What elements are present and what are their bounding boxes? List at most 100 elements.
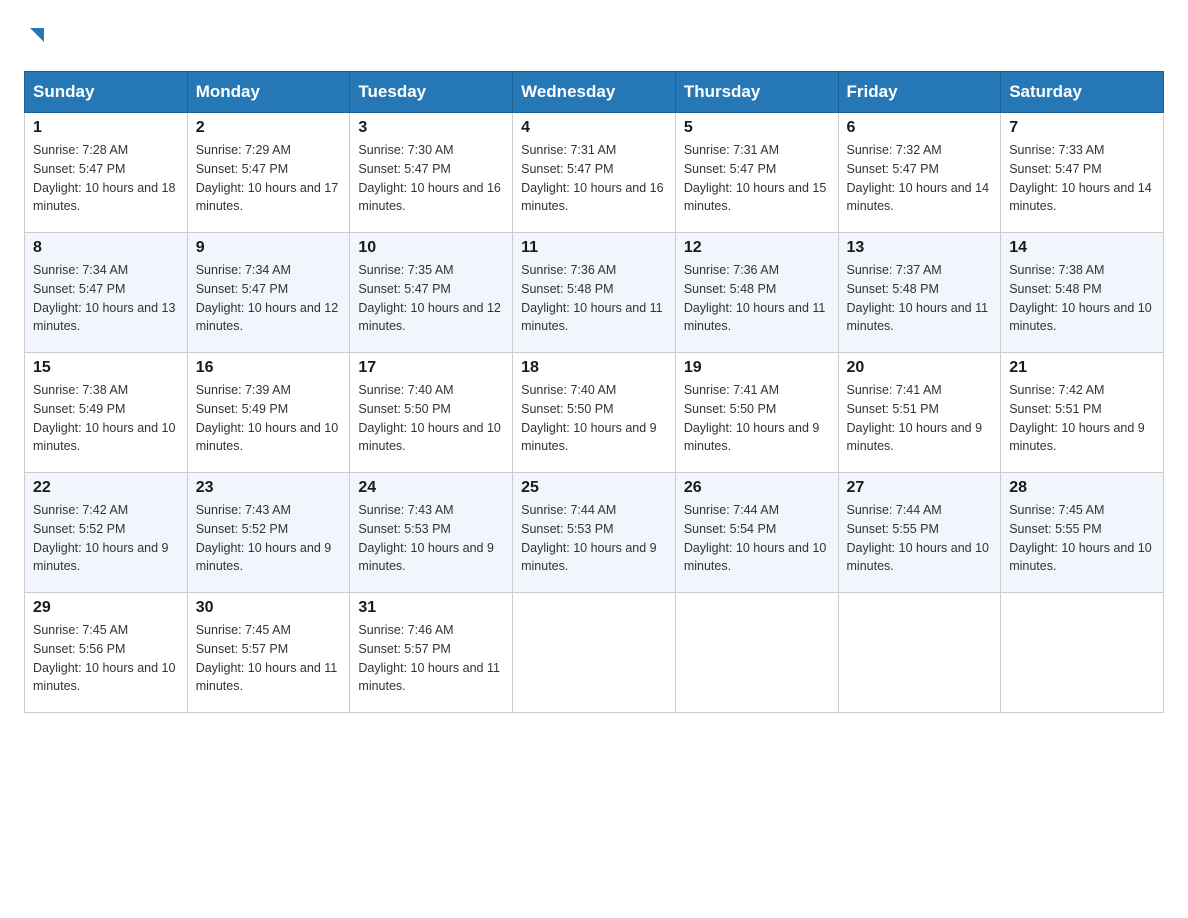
calendar-header-friday: Friday: [838, 72, 1001, 113]
day-number: 5: [684, 119, 830, 137]
day-number: 31: [358, 599, 504, 617]
calendar-cell: 30 Sunrise: 7:45 AM Sunset: 5:57 PM Dayl…: [187, 593, 350, 713]
day-info: Sunrise: 7:44 AM Sunset: 5:54 PM Dayligh…: [684, 501, 830, 576]
day-number: 8: [33, 239, 179, 257]
calendar-cell: 14 Sunrise: 7:38 AM Sunset: 5:48 PM Dayl…: [1001, 233, 1164, 353]
day-number: 20: [847, 359, 993, 377]
calendar-cell: 5 Sunrise: 7:31 AM Sunset: 5:47 PM Dayli…: [675, 113, 838, 233]
day-info: Sunrise: 7:44 AM Sunset: 5:55 PM Dayligh…: [847, 501, 993, 576]
day-info: Sunrise: 7:43 AM Sunset: 5:53 PM Dayligh…: [358, 501, 504, 576]
day-number: 10: [358, 239, 504, 257]
day-number: 28: [1009, 479, 1155, 497]
day-number: 11: [521, 239, 667, 257]
day-number: 4: [521, 119, 667, 137]
day-info: Sunrise: 7:40 AM Sunset: 5:50 PM Dayligh…: [358, 381, 504, 456]
day-info: Sunrise: 7:36 AM Sunset: 5:48 PM Dayligh…: [521, 261, 667, 336]
calendar-cell: 16 Sunrise: 7:39 AM Sunset: 5:49 PM Dayl…: [187, 353, 350, 473]
day-number: 21: [1009, 359, 1155, 377]
day-number: 24: [358, 479, 504, 497]
day-number: 23: [196, 479, 342, 497]
calendar-cell: 11 Sunrise: 7:36 AM Sunset: 5:48 PM Dayl…: [513, 233, 676, 353]
day-info: Sunrise: 7:41 AM Sunset: 5:51 PM Dayligh…: [847, 381, 993, 456]
day-info: Sunrise: 7:43 AM Sunset: 5:52 PM Dayligh…: [196, 501, 342, 576]
day-info: Sunrise: 7:38 AM Sunset: 5:48 PM Dayligh…: [1009, 261, 1155, 336]
calendar-cell: 2 Sunrise: 7:29 AM Sunset: 5:47 PM Dayli…: [187, 113, 350, 233]
calendar-cell: [1001, 593, 1164, 713]
day-number: 19: [684, 359, 830, 377]
calendar-header-saturday: Saturday: [1001, 72, 1164, 113]
calendar-cell: 22 Sunrise: 7:42 AM Sunset: 5:52 PM Dayl…: [25, 473, 188, 593]
day-info: Sunrise: 7:38 AM Sunset: 5:49 PM Dayligh…: [33, 381, 179, 456]
day-number: 2: [196, 119, 342, 137]
day-number: 9: [196, 239, 342, 257]
page-header: [24, 24, 1164, 51]
day-info: Sunrise: 7:39 AM Sunset: 5:49 PM Dayligh…: [196, 381, 342, 456]
calendar-cell: 26 Sunrise: 7:44 AM Sunset: 5:54 PM Dayl…: [675, 473, 838, 593]
calendar-table: SundayMondayTuesdayWednesdayThursdayFrid…: [24, 71, 1164, 713]
calendar-cell: 24 Sunrise: 7:43 AM Sunset: 5:53 PM Dayl…: [350, 473, 513, 593]
calendar-cell: 12 Sunrise: 7:36 AM Sunset: 5:48 PM Dayl…: [675, 233, 838, 353]
calendar-week-row: 1 Sunrise: 7:28 AM Sunset: 5:47 PM Dayli…: [25, 113, 1164, 233]
day-number: 12: [684, 239, 830, 257]
day-number: 27: [847, 479, 993, 497]
calendar-cell: 20 Sunrise: 7:41 AM Sunset: 5:51 PM Dayl…: [838, 353, 1001, 473]
logo: [24, 24, 48, 51]
calendar-cell: [838, 593, 1001, 713]
day-info: Sunrise: 7:29 AM Sunset: 5:47 PM Dayligh…: [196, 141, 342, 216]
calendar-cell: 25 Sunrise: 7:44 AM Sunset: 5:53 PM Dayl…: [513, 473, 676, 593]
day-number: 13: [847, 239, 993, 257]
calendar-cell: 10 Sunrise: 7:35 AM Sunset: 5:47 PM Dayl…: [350, 233, 513, 353]
day-info: Sunrise: 7:36 AM Sunset: 5:48 PM Dayligh…: [684, 261, 830, 336]
calendar-header-monday: Monday: [187, 72, 350, 113]
day-number: 26: [684, 479, 830, 497]
day-info: Sunrise: 7:32 AM Sunset: 5:47 PM Dayligh…: [847, 141, 993, 216]
calendar-cell: 21 Sunrise: 7:42 AM Sunset: 5:51 PM Dayl…: [1001, 353, 1164, 473]
day-info: Sunrise: 7:31 AM Sunset: 5:47 PM Dayligh…: [684, 141, 830, 216]
day-info: Sunrise: 7:45 AM Sunset: 5:55 PM Dayligh…: [1009, 501, 1155, 576]
calendar-week-row: 22 Sunrise: 7:42 AM Sunset: 5:52 PM Dayl…: [25, 473, 1164, 593]
day-number: 17: [358, 359, 504, 377]
calendar-cell: 15 Sunrise: 7:38 AM Sunset: 5:49 PM Dayl…: [25, 353, 188, 473]
calendar-cell: 7 Sunrise: 7:33 AM Sunset: 5:47 PM Dayli…: [1001, 113, 1164, 233]
day-number: 18: [521, 359, 667, 377]
calendar-cell: 29 Sunrise: 7:45 AM Sunset: 5:56 PM Dayl…: [25, 593, 188, 713]
day-info: Sunrise: 7:45 AM Sunset: 5:57 PM Dayligh…: [196, 621, 342, 696]
calendar-week-row: 8 Sunrise: 7:34 AM Sunset: 5:47 PM Dayli…: [25, 233, 1164, 353]
day-number: 29: [33, 599, 179, 617]
day-info: Sunrise: 7:31 AM Sunset: 5:47 PM Dayligh…: [521, 141, 667, 216]
day-number: 30: [196, 599, 342, 617]
day-number: 6: [847, 119, 993, 137]
calendar-cell: 9 Sunrise: 7:34 AM Sunset: 5:47 PM Dayli…: [187, 233, 350, 353]
day-info: Sunrise: 7:33 AM Sunset: 5:47 PM Dayligh…: [1009, 141, 1155, 216]
calendar-cell: 8 Sunrise: 7:34 AM Sunset: 5:47 PM Dayli…: [25, 233, 188, 353]
day-number: 16: [196, 359, 342, 377]
day-number: 7: [1009, 119, 1155, 137]
calendar-header-sunday: Sunday: [25, 72, 188, 113]
calendar-cell: 27 Sunrise: 7:44 AM Sunset: 5:55 PM Dayl…: [838, 473, 1001, 593]
day-info: Sunrise: 7:44 AM Sunset: 5:53 PM Dayligh…: [521, 501, 667, 576]
calendar-cell: 28 Sunrise: 7:45 AM Sunset: 5:55 PM Dayl…: [1001, 473, 1164, 593]
day-number: 25: [521, 479, 667, 497]
day-info: Sunrise: 7:41 AM Sunset: 5:50 PM Dayligh…: [684, 381, 830, 456]
day-number: 22: [33, 479, 179, 497]
calendar-cell: 17 Sunrise: 7:40 AM Sunset: 5:50 PM Dayl…: [350, 353, 513, 473]
calendar-cell: 18 Sunrise: 7:40 AM Sunset: 5:50 PM Dayl…: [513, 353, 676, 473]
day-number: 15: [33, 359, 179, 377]
calendar-cell: [675, 593, 838, 713]
day-info: Sunrise: 7:28 AM Sunset: 5:47 PM Dayligh…: [33, 141, 179, 216]
day-info: Sunrise: 7:46 AM Sunset: 5:57 PM Dayligh…: [358, 621, 504, 696]
calendar-cell: [513, 593, 676, 713]
day-number: 14: [1009, 239, 1155, 257]
calendar-header-row: SundayMondayTuesdayWednesdayThursdayFrid…: [25, 72, 1164, 113]
day-info: Sunrise: 7:42 AM Sunset: 5:51 PM Dayligh…: [1009, 381, 1155, 456]
logo-arrow-icon: [26, 24, 48, 51]
calendar-cell: 13 Sunrise: 7:37 AM Sunset: 5:48 PM Dayl…: [838, 233, 1001, 353]
day-info: Sunrise: 7:30 AM Sunset: 5:47 PM Dayligh…: [358, 141, 504, 216]
calendar-week-row: 15 Sunrise: 7:38 AM Sunset: 5:49 PM Dayl…: [25, 353, 1164, 473]
day-info: Sunrise: 7:37 AM Sunset: 5:48 PM Dayligh…: [847, 261, 993, 336]
day-number: 3: [358, 119, 504, 137]
calendar-cell: 6 Sunrise: 7:32 AM Sunset: 5:47 PM Dayli…: [838, 113, 1001, 233]
calendar-cell: 23 Sunrise: 7:43 AM Sunset: 5:52 PM Dayl…: [187, 473, 350, 593]
calendar-cell: 31 Sunrise: 7:46 AM Sunset: 5:57 PM Dayl…: [350, 593, 513, 713]
calendar-week-row: 29 Sunrise: 7:45 AM Sunset: 5:56 PM Dayl…: [25, 593, 1164, 713]
